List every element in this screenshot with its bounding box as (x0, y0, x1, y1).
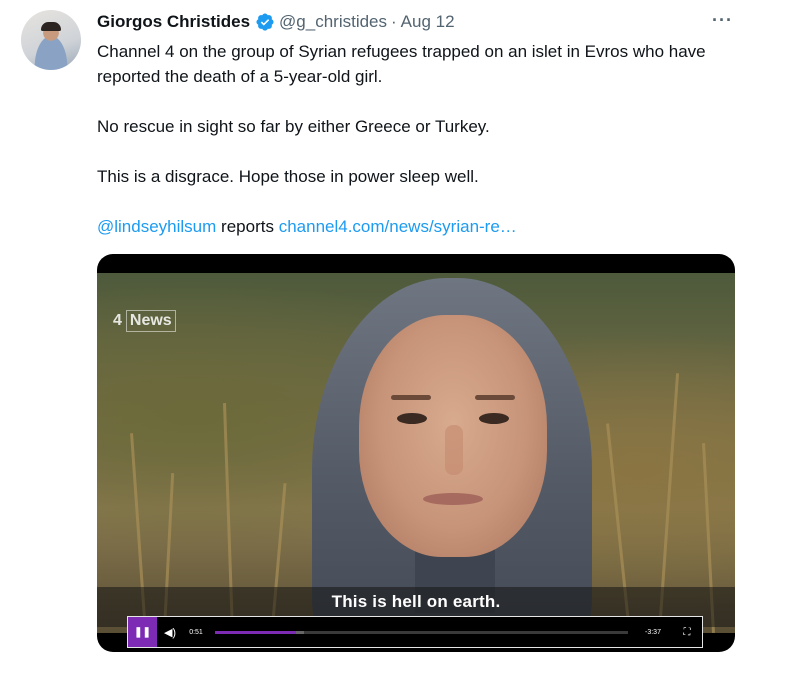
volume-icon[interactable]: ◀) (157, 626, 183, 639)
elapsed-time: 0:51 (189, 628, 203, 636)
tweet-date[interactable]: Aug 12 (401, 12, 455, 32)
author-avatar[interactable] (21, 10, 81, 70)
tweet-paragraph-links: @lindseyhilsum reports channel4.com/news… (97, 214, 747, 239)
author-handle[interactable]: @g_christides (279, 12, 387, 32)
progress-fill (215, 630, 296, 634)
remaining-time: -3:37 (645, 628, 661, 636)
more-options-icon[interactable]: ··· (712, 10, 733, 31)
header-separator: · (391, 12, 397, 31)
woman-face (359, 315, 547, 557)
verified-badge-icon (256, 13, 274, 31)
author-name[interactable]: Giorgos Christides (97, 12, 250, 32)
video-subtitle: This is hell on earth. (331, 592, 501, 611)
tweet-paragraph: No rescue in sight so far by either Gree… (97, 117, 490, 136)
fullscreen-icon[interactable]: ⛶ (672, 627, 702, 638)
progress-scrubber[interactable] (215, 630, 628, 634)
watermark-label: News (125, 310, 176, 332)
buffered-bar (295, 630, 304, 634)
tweet-text: Channel 4 on the group of Syrian refugee… (97, 39, 747, 239)
tweet-paragraph: This is a disgrace. Hope those in power … (97, 167, 479, 186)
tweet-header: Giorgos Christides @g_christides · Aug 1… (97, 11, 455, 33)
video-frame[interactable]: 4 News This is hell on earth. (97, 273, 735, 633)
video-player[interactable]: 4 News This is hell on earth. ❚❚ ◀) 0:51… (97, 254, 735, 652)
article-link[interactable]: channel4.com/news/syrian-re… (279, 217, 517, 236)
reports-word: reports (221, 217, 274, 236)
channel4-news-watermark: 4 News (113, 310, 176, 332)
pause-icon: ❚❚ (134, 626, 151, 638)
video-controls: ❚❚ ◀) 0:51 -3:37 ⛶ (127, 616, 703, 648)
tweet-paragraph: Channel 4 on the group of Syrian refugee… (97, 42, 706, 86)
mention-link[interactable]: @lindseyhilsum (97, 217, 216, 236)
channel4-logo-icon: 4 (113, 312, 122, 329)
pause-button[interactable]: ❚❚ (128, 617, 157, 647)
